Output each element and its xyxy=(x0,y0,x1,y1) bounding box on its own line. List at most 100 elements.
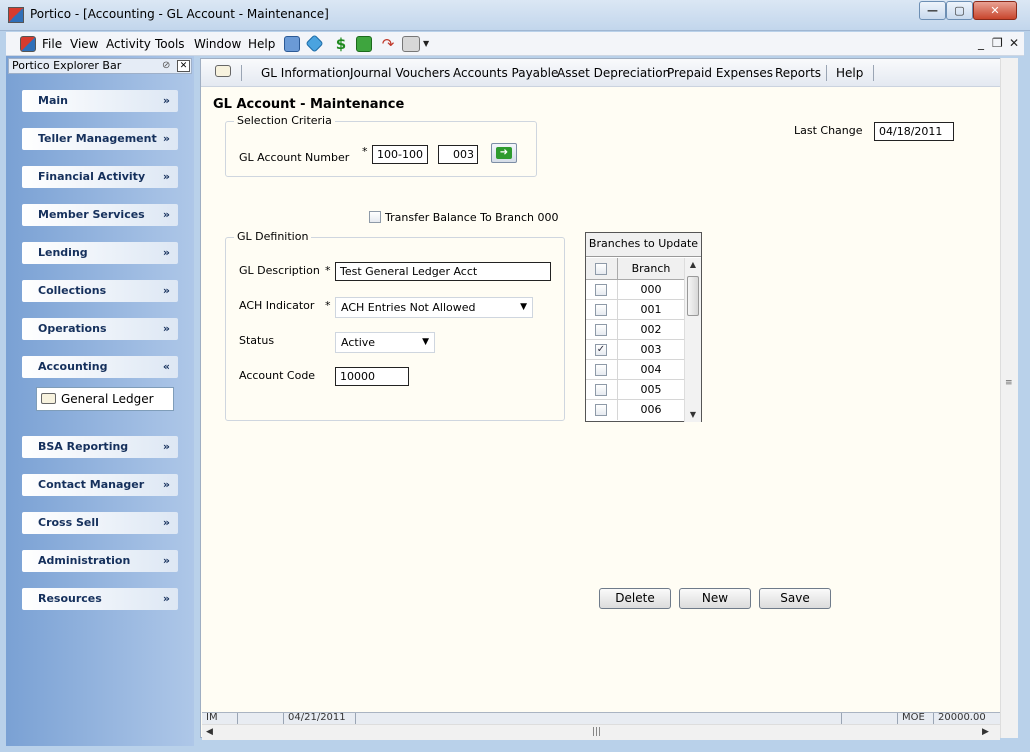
table-row[interactable]: 001 xyxy=(586,300,684,320)
horizontal-scrollbar[interactable]: ◀ ||| ▶ xyxy=(202,724,1000,740)
branch-checkbox[interactable] xyxy=(595,404,607,416)
ach-indicator-select[interactable]: ACH Entries Not Allowed ▼ xyxy=(335,297,533,318)
subnav-accounts-payable[interactable]: Accounts Payable xyxy=(453,66,558,80)
title-bar: Portico - [Accounting - GL Account - Mai… xyxy=(0,0,1030,31)
subnav-asset-depreciation[interactable]: Asset Depreciation xyxy=(557,66,670,80)
account-code-input[interactable]: 10000 xyxy=(335,367,409,386)
explorer-section-contact-manager[interactable]: Contact Manager » xyxy=(22,474,178,496)
explorer-item-general-ledger[interactable]: General Ledger xyxy=(36,387,174,411)
explorer-section-resources[interactable]: Resources » xyxy=(22,588,178,610)
ach-indicator-label: ACH Indicator xyxy=(239,299,315,312)
branch-checkbox[interactable] xyxy=(595,324,607,336)
mdi-close-button[interactable]: ✕ xyxy=(1009,36,1019,50)
subnav-gl-information[interactable]: GL Information xyxy=(261,66,350,80)
maximize-button[interactable]: ▢ xyxy=(946,1,973,20)
scroll-down-icon[interactable]: ▼ xyxy=(685,408,701,422)
transfer-balance-checkbox[interactable] xyxy=(369,211,381,223)
branch-cell: 004 xyxy=(640,363,662,376)
download-icon[interactable] xyxy=(356,36,372,52)
menu-activity[interactable]: Activity xyxy=(106,37,151,51)
gl-account-number-input[interactable]: 100-100 xyxy=(372,145,428,164)
gl-account-suffix-input[interactable]: 003 xyxy=(438,145,478,164)
explorer-section-bsa-reporting[interactable]: BSA Reporting » xyxy=(22,436,178,458)
branch-cell: 006 xyxy=(640,403,662,416)
status-cell: 20000.00 xyxy=(938,713,986,723)
chevron-down-icon: » xyxy=(162,516,170,529)
explorer-section-accounting[interactable]: Accounting « xyxy=(22,356,178,378)
subnav-journal-vouchers[interactable]: Journal Vouchers xyxy=(350,66,450,80)
explorer-section-member-services[interactable]: Member Services » xyxy=(22,204,178,226)
dollar-icon[interactable]: $ xyxy=(333,36,349,52)
go-button[interactable]: ➜ xyxy=(491,143,517,163)
explorer-section-label: Teller Management xyxy=(38,132,157,145)
scroll-right-icon[interactable]: ▶ xyxy=(982,727,989,737)
printer-dropdown-icon[interactable]: ▼ xyxy=(423,39,429,48)
required-marker: * xyxy=(362,145,368,158)
subnav-help[interactable]: Help xyxy=(836,66,863,80)
book-icon[interactable] xyxy=(215,65,231,77)
vertical-scrollbar[interactable]: ≡ xyxy=(1000,58,1018,738)
explorer-section-cross-sell[interactable]: Cross Sell » xyxy=(22,512,178,534)
chevron-up-icon: « xyxy=(162,360,170,373)
subnav-reports[interactable]: Reports xyxy=(775,66,821,80)
table-row[interactable]: 002 xyxy=(586,320,684,340)
pin-icon[interactable]: ⊘ xyxy=(162,60,174,72)
table-row[interactable]: 004 xyxy=(586,360,684,380)
table-row[interactable]: 005 xyxy=(586,380,684,400)
status-select[interactable]: Active ▼ xyxy=(335,332,435,353)
menu-help[interactable]: Help xyxy=(248,37,275,51)
status-cell xyxy=(238,713,284,724)
printer-icon[interactable] xyxy=(402,36,420,52)
scroll-left-icon[interactable]: ◀ xyxy=(206,727,213,737)
delete-button[interactable]: Delete xyxy=(599,588,671,609)
branch-checkbox[interactable] xyxy=(595,284,607,296)
explorer-close-icon[interactable]: ✕ xyxy=(177,60,190,72)
branch-checkbox[interactable] xyxy=(595,304,607,316)
explorer-section-administration[interactable]: Administration » xyxy=(22,550,178,572)
chevron-down-icon: » xyxy=(162,132,170,145)
explorer-section-financial-activity[interactable]: Financial Activity » xyxy=(22,166,178,188)
transfer-balance-label: Transfer Balance To Branch 000 xyxy=(385,211,559,224)
explorer-section-lending[interactable]: Lending » xyxy=(22,242,178,264)
select-all-checkbox[interactable] xyxy=(595,263,607,275)
branch-checkbox[interactable]: ✓ xyxy=(595,344,607,356)
last-change-label: Last Change xyxy=(794,124,863,137)
close-button[interactable]: ✕ xyxy=(973,1,1017,20)
window-title: Portico - [Accounting - GL Account - Mai… xyxy=(30,7,329,21)
menu-bar: File View Activity Tools Window Help $ ↷… xyxy=(6,32,1024,56)
explorer-section-operations[interactable]: Operations » xyxy=(22,318,178,340)
save-button[interactable]: Save xyxy=(759,588,831,609)
menu-view[interactable]: View xyxy=(70,37,98,51)
menu-tools[interactable]: Tools xyxy=(155,37,185,51)
scroll-up-icon[interactable]: ▲ xyxy=(685,258,701,272)
explorer-section-main[interactable]: Main » xyxy=(22,90,178,112)
tag-icon[interactable] xyxy=(305,34,324,53)
explorer-section-label: Accounting xyxy=(38,360,108,373)
table-row[interactable]: 000 xyxy=(586,280,684,300)
branch-checkbox[interactable] xyxy=(595,364,607,376)
new-button[interactable]: New xyxy=(679,588,751,609)
content-panel: GL Information Journal Vouchers Accounts… xyxy=(200,58,1018,738)
mdi-minimize-button[interactable]: _ xyxy=(978,36,984,50)
branches-column-header: Branch xyxy=(586,258,684,280)
explorer-section-collections[interactable]: Collections » xyxy=(22,280,178,302)
menu-file[interactable]: File xyxy=(42,37,62,51)
calculator-icon[interactable] xyxy=(284,36,300,52)
branch-cell: 003 xyxy=(640,343,662,356)
scroll-thumb[interactable] xyxy=(687,276,699,316)
explorer-bar-header: Portico Explorer Bar ⊘ ✕ xyxy=(8,58,192,74)
minimize-button[interactable]: — xyxy=(919,1,946,20)
table-row[interactable]: 006 xyxy=(586,400,684,420)
mdi-restore-button[interactable]: ❐ xyxy=(992,36,1003,50)
menu-window[interactable]: Window xyxy=(194,37,241,51)
redo-arrow-icon[interactable]: ↷ xyxy=(380,36,396,52)
branch-column-header[interactable]: Branch xyxy=(618,258,684,280)
table-row[interactable]: ✓ 003 xyxy=(586,340,684,360)
app-menu-icon[interactable] xyxy=(20,36,36,52)
branches-scrollbar[interactable]: ▲ ▼ xyxy=(684,258,701,422)
branch-checkbox[interactable] xyxy=(595,384,607,396)
explorer-section-label: BSA Reporting xyxy=(38,440,129,453)
gl-description-input[interactable]: Test General Ledger Acct xyxy=(335,262,551,281)
subnav-prepaid-expenses[interactable]: Prepaid Expenses xyxy=(667,66,773,80)
explorer-section-teller-management[interactable]: Teller Management » xyxy=(22,128,178,150)
